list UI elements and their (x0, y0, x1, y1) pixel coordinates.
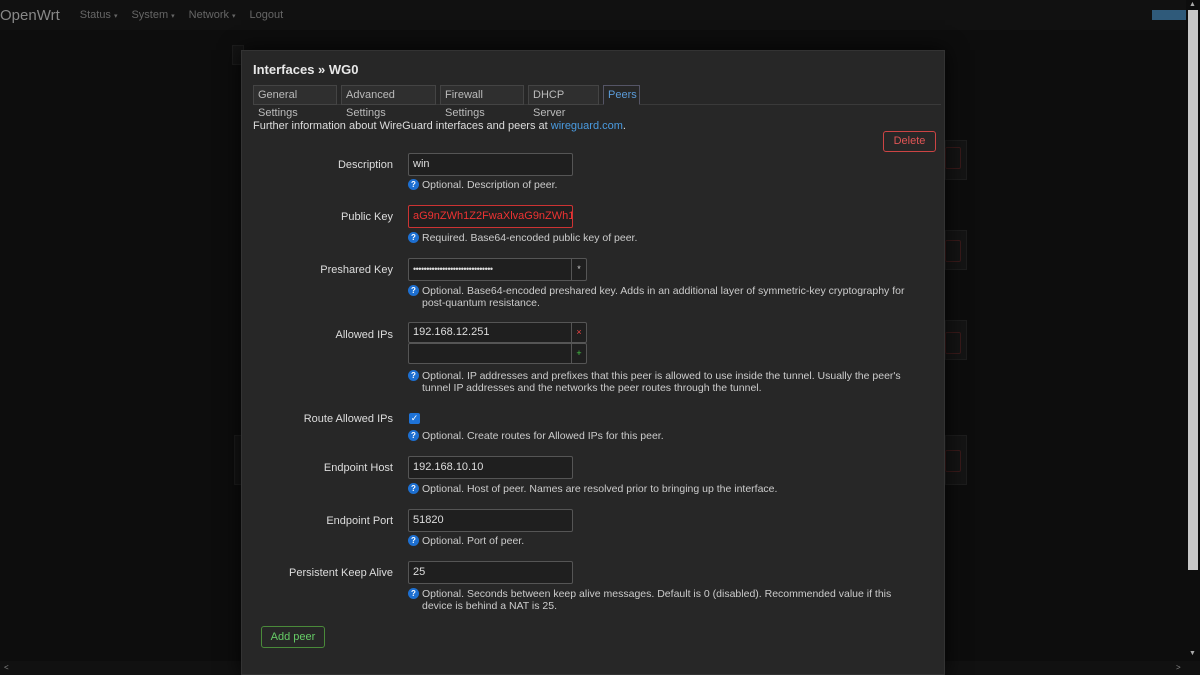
endpoint-port-help: ? Optional. Port of peer. (408, 535, 928, 547)
top-navbar: OpenWrt Status ▾ System ▾ Network ▾ Logout (0, 0, 1186, 30)
endpoint-host-input[interactable]: 192.168.10.10 (408, 456, 573, 479)
nav-network-label: Network (188, 9, 229, 21)
background-button (945, 332, 961, 354)
nav-system-label: System (131, 9, 169, 21)
help-icon: ? (408, 588, 419, 599)
tab-peers[interactable]: Peers (603, 85, 640, 105)
allowed-ips-label: Allowed IPs (335, 329, 393, 341)
nav-status-label: Status (79, 9, 111, 21)
preshared-key-help-text: Optional. Base64-encoded preshared key. … (422, 285, 905, 309)
route-allowed-ips-checkbox[interactable]: ✓ (409, 413, 420, 424)
allowed-ips-help-text: Optional. IP addresses and prefixes that… (422, 370, 901, 394)
endpoint-port-help-text: Optional. Port of peer. (422, 535, 525, 547)
nav-system[interactable]: System ▾ (131, 9, 174, 21)
nav-logout[interactable]: Logout (250, 9, 284, 21)
scrollbar-thumb[interactable] (1188, 10, 1198, 570)
endpoint-host-help: ? Optional. Host of peer. Names are resol… (408, 483, 928, 495)
endpoint-port-input[interactable]: 51820 (408, 509, 573, 532)
remove-ip-button[interactable]: × (571, 322, 587, 343)
description-input[interactable]: win (408, 153, 573, 176)
nav-status[interactable]: Status ▾ (80, 9, 118, 21)
info-suffix: . (622, 120, 626, 132)
description-label: Description (337, 159, 393, 171)
help-icon: ? (408, 285, 419, 296)
refresh-badge[interactable] (1152, 10, 1190, 20)
tab-firewall-settings[interactable]: Firewall Settings (440, 85, 524, 119)
vertical-scrollbar[interactable]: ▲ ▼ (1186, 0, 1200, 661)
scroll-down-icon[interactable]: ▼ (1189, 650, 1196, 657)
tab-bar: General Settings Advanced Settings Firew… (253, 85, 941, 119)
brand-logo[interactable]: OpenWrt (0, 7, 60, 24)
add-ip-button[interactable]: + (571, 343, 587, 364)
help-icon: ? (408, 483, 419, 494)
delete-button[interactable]: Delete (883, 131, 936, 152)
endpoint-host-help-text: Optional. Host of peer. Names are resolv… (422, 483, 778, 495)
background-button (945, 240, 961, 262)
help-icon: ? (408, 535, 419, 546)
background-button (945, 147, 961, 169)
public-key-help: ? Required. Base64-encoded public key of … (408, 232, 928, 244)
description-help: ? Optional. Description of peer. (408, 179, 928, 191)
endpoint-host-label: Endpoint Host (323, 462, 393, 474)
help-icon: ? (408, 179, 419, 190)
keepalive-help-text: Optional. Seconds between keep alive mes… (422, 588, 892, 612)
scroll-up-icon[interactable]: ▲ (1189, 1, 1196, 8)
peer-settings-modal: Interfaces » WG0 General Settings Advanc… (241, 50, 945, 675)
scroll-left-icon[interactable]: < (4, 663, 9, 672)
tab-advanced-settings[interactable]: Advanced Settings (341, 85, 436, 119)
tab-general-settings[interactable]: General Settings (253, 85, 337, 119)
keepalive-help: ? Optional. Seconds between keep alive me… (408, 588, 928, 612)
allowed-ips-help: ? Optional. IP addresses and prefixes tha… (408, 370, 928, 394)
chevron-down-icon: ▾ (113, 13, 118, 20)
reveal-key-button[interactable]: * (571, 258, 587, 281)
preshared-key-input[interactable]: •••••••••••••••••••••••••••••• (408, 258, 572, 281)
public-key-label: Public Key (341, 211, 393, 223)
add-peer-button[interactable]: Add peer (261, 626, 325, 648)
public-key-help-text: Required. Base64-encoded public key of p… (422, 232, 638, 244)
help-icon: ? (408, 370, 419, 381)
public-key-input[interactable]: aG9nZWh1Z2FwaXlvaG9nZWh1Z2 (408, 205, 573, 228)
preshared-key-help: ? Optional. Base64-encoded preshared key.… (408, 285, 928, 309)
allowed-ip-input[interactable]: 192.168.12.251 (408, 322, 572, 343)
scrollbar-corner (1186, 661, 1200, 675)
help-icon: ? (408, 232, 419, 243)
keepalive-label: Persistent Keep Alive (289, 567, 393, 579)
route-allowed-ips-help-text: Optional. Create routes for Allowed IPs … (422, 430, 664, 442)
modal-title: Interfaces » WG0 (253, 62, 359, 77)
chevron-down-icon: ▾ (171, 13, 175, 20)
help-icon: ? (408, 430, 419, 441)
scroll-right-icon[interactable]: > (1176, 663, 1181, 672)
wireguard-link[interactable]: wireguard.com (551, 120, 623, 132)
tab-dhcp-server[interactable]: DHCP Server (528, 85, 599, 119)
allowed-ip-new-input[interactable] (408, 343, 572, 364)
background-button (945, 450, 961, 472)
chevron-down-icon: ▾ (232, 13, 236, 20)
nav-network[interactable]: Network ▾ (189, 9, 236, 21)
route-allowed-ips-label: Route Allowed IPs (303, 413, 393, 425)
description-help-text: Optional. Description of peer. (422, 179, 558, 191)
keepalive-input[interactable]: 25 (408, 561, 573, 584)
preshared-key-label: Preshared Key (320, 264, 393, 276)
info-text: Further information about WireGuard inte… (253, 120, 626, 132)
route-allowed-ips-help: ? Optional. Create routes for Allowed IPs… (408, 430, 928, 442)
endpoint-port-label: Endpoint Port (326, 515, 393, 527)
info-prefix: Further information about WireGuard inte… (253, 120, 551, 132)
